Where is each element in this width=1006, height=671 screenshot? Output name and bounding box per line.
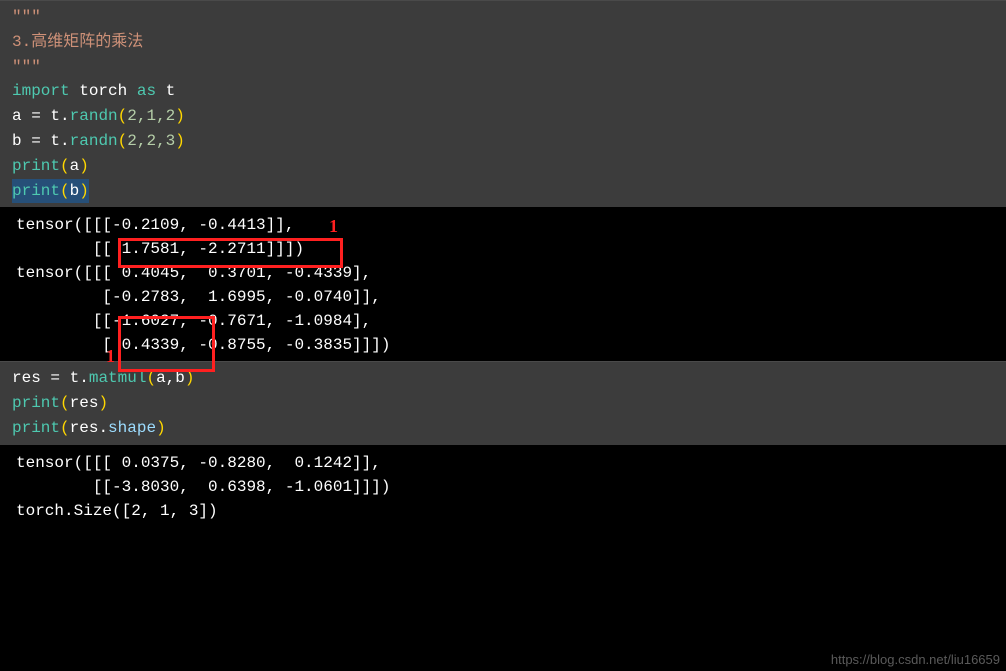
- code-line: print(b): [12, 179, 1006, 204]
- code-cell-2[interactable]: res = t.matmul(a,b) print(res) print(res…: [0, 361, 1006, 444]
- output-line: tensor([[[-0.2109, -0.4413]],: [16, 213, 1006, 237]
- output-line: [[-3.8030, 0.6398, -1.0601]]]): [16, 475, 1006, 499]
- fn-randn: randn: [70, 107, 118, 125]
- fn-print: print: [12, 419, 60, 437]
- watermark: https://blog.csdn.net/liu16659: [831, 652, 1000, 667]
- docstring-close: """: [12, 58, 41, 76]
- output-line: [-0.2783, 1.6995, -0.0740]],: [16, 285, 1006, 309]
- code-line: print(res.shape): [12, 416, 1006, 441]
- output-line: tensor([[[ 0.0375, -0.8280, 0.1242]],: [16, 451, 1006, 475]
- as-keyword: as: [137, 82, 156, 100]
- alias: t: [166, 82, 176, 100]
- code-line: a = t.randn(2,1,2): [12, 104, 1006, 129]
- code-line: print(res): [12, 391, 1006, 416]
- import-keyword: import: [12, 82, 70, 100]
- module-name: torch: [79, 82, 127, 100]
- fn-print: print: [12, 157, 60, 175]
- code-line: """: [12, 5, 1006, 30]
- code-cell-1[interactable]: """ 3.高维矩阵的乘法 """ import torch as t a = …: [0, 0, 1006, 207]
- attr-shape: shape: [108, 419, 156, 437]
- code-line: """: [12, 55, 1006, 80]
- output-line: torch.Size([2, 1, 3]): [16, 499, 1006, 523]
- output-cell-2: tensor([[[ 0.0375, -0.8280, 0.1242]], [[…: [0, 447, 1006, 527]
- code-line: print(a): [12, 154, 1006, 179]
- annotation-highlight-2: [118, 316, 215, 372]
- var-b: b: [12, 132, 22, 150]
- comment-text: 3.高维矩阵的乘法: [12, 33, 143, 51]
- var-a: a: [12, 107, 22, 125]
- code-line: import torch as t: [12, 79, 1006, 104]
- annotation-highlight-1: [118, 238, 343, 268]
- docstring-open: """: [12, 8, 41, 26]
- fn-print: print: [12, 182, 60, 200]
- annotation-label-1: 1: [329, 216, 338, 237]
- code-line: b = t.randn(2,2,3): [12, 129, 1006, 154]
- var-res: res: [12, 369, 41, 387]
- fn-matmul: matmul: [89, 369, 147, 387]
- code-line: 3.高维矩阵的乘法: [12, 30, 1006, 55]
- fn-randn: randn: [70, 132, 118, 150]
- fn-print: print: [12, 394, 60, 412]
- annotation-label-2: 1: [106, 346, 115, 367]
